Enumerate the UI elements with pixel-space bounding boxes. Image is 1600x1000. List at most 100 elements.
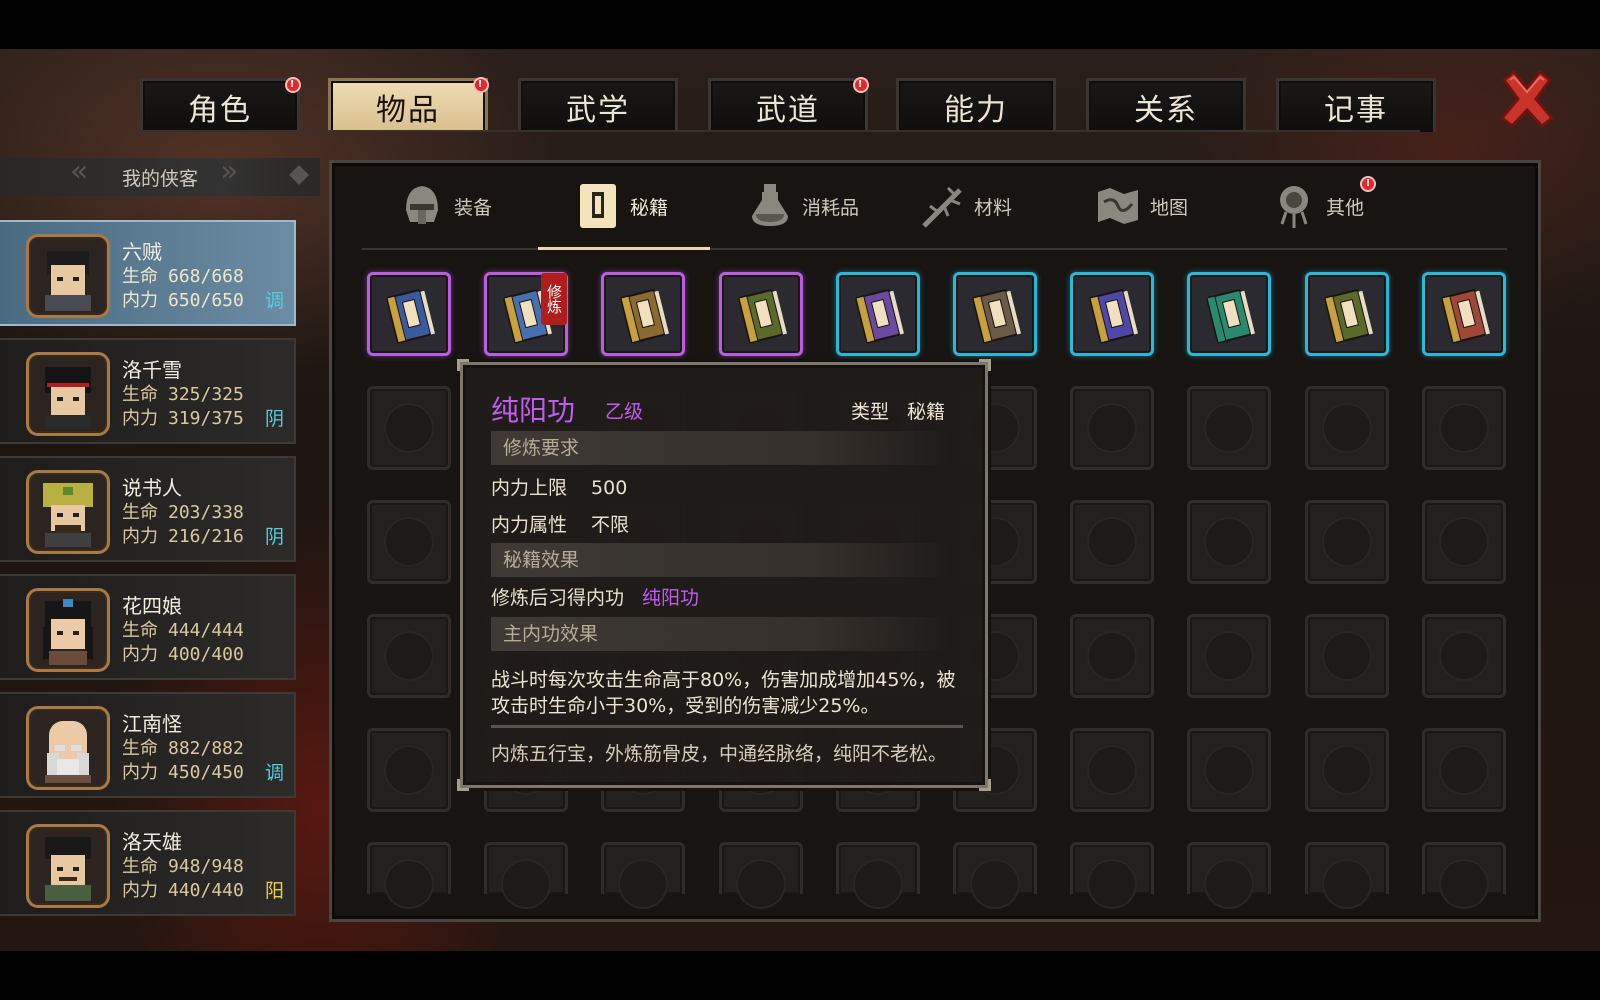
item-tooltip: 纯阳功 乙级 类型 秘籍 修炼要求 内力上限 500 内力属性 不限 秘籍效果 修炼后… xyxy=(457,359,991,791)
inventory-slot-manual[interactable]: 修炼 xyxy=(484,272,568,356)
inventory-slot-empty[interactable] xyxy=(367,500,451,584)
mp-value: 450/450 xyxy=(168,762,244,783)
tab-items[interactable]: 物品 ! xyxy=(328,77,489,132)
effect-value: 纯阳功 xyxy=(642,587,700,609)
hp-row: 生命 882/882 xyxy=(122,734,244,760)
inventory-slot-empty[interactable] xyxy=(1070,500,1154,584)
character-card[interactable]: 说书人 生命 203/338 内力 216/216 阴 xyxy=(0,456,296,562)
slot-placeholder xyxy=(384,403,434,453)
inventory-slot-empty[interactable] xyxy=(1070,842,1154,909)
hp-value: 203/338 xyxy=(168,502,244,523)
inventory-slot-manual[interactable] xyxy=(953,272,1037,356)
slot-placeholder xyxy=(1322,745,1372,795)
category-tab-consumables[interactable]: 消耗品 xyxy=(748,176,859,236)
hp-label: 生命 xyxy=(122,502,158,523)
character-card[interactable]: 江南怪 生命 882/882 内力 450/450 调 xyxy=(0,692,296,798)
tab-martial-arts[interactable]: 武学 xyxy=(518,78,678,132)
inventory-slot-empty[interactable] xyxy=(367,614,451,698)
mp-label: 内力 xyxy=(122,880,158,901)
category-tab-other[interactable]: 其他 ! xyxy=(1272,176,1377,236)
tab-martial-way[interactable]: 武道 ! xyxy=(708,77,869,132)
inventory-slot-empty[interactable] xyxy=(1187,728,1271,812)
tab-relations[interactable]: 关系 xyxy=(1086,78,1246,132)
map-icon xyxy=(1096,182,1140,230)
inventory-slot-empty[interactable] xyxy=(601,842,685,909)
inventory-slot-empty[interactable] xyxy=(1422,842,1506,909)
category-tab-equipment[interactable]: 装备 xyxy=(400,176,492,236)
active-category-indicator xyxy=(538,247,710,250)
mp-value: 440/440 xyxy=(168,880,244,901)
slot-placeholder xyxy=(853,859,903,909)
hp-label: 生命 xyxy=(122,266,158,287)
character-card[interactable]: 洛天雄 生命 948/948 内力 440/440 阳 xyxy=(0,810,296,916)
inventory-slot-manual[interactable] xyxy=(1422,272,1506,356)
inventory-slot-manual[interactable] xyxy=(719,272,803,356)
inventory-slot-empty[interactable] xyxy=(1305,386,1389,470)
inventory-slot-empty[interactable] xyxy=(1070,386,1154,470)
hp-label: 生命 xyxy=(122,384,158,405)
slot-placeholder xyxy=(384,517,434,567)
hp-row: 生命 325/325 xyxy=(122,380,244,406)
item-type: 类型 秘籍 xyxy=(851,397,945,424)
inventory-slot-empty[interactable] xyxy=(1422,386,1506,470)
close-icon xyxy=(1499,69,1555,129)
inventory-slot-empty[interactable] xyxy=(367,386,451,470)
hp-value: 882/882 xyxy=(168,738,244,759)
requirement-label: 内力属性 xyxy=(491,514,568,536)
inventory-slot-manual[interactable] xyxy=(601,272,685,356)
inventory-slot-manual[interactable] xyxy=(367,272,451,356)
category-tab-maps[interactable]: 地图 xyxy=(1096,176,1188,236)
slot-placeholder xyxy=(1322,403,1372,453)
inventory-slot-empty[interactable] xyxy=(1070,728,1154,812)
inventory-slot-manual[interactable] xyxy=(1070,272,1154,356)
slot-placeholder xyxy=(1087,517,1137,567)
category-label: 秘籍 xyxy=(630,196,669,219)
category-tab-materials[interactable]: 材料 xyxy=(920,176,1012,236)
tab-journal[interactable]: 记事 xyxy=(1276,78,1436,132)
inventory-slot-empty[interactable] xyxy=(1422,500,1506,584)
inventory-slot-empty[interactable] xyxy=(1422,728,1506,812)
character-card[interactable]: 花四娘 生命 444/444 内力 400/400 xyxy=(0,574,296,680)
tab-label: 武学 xyxy=(566,92,630,128)
inventory-slot-manual[interactable] xyxy=(1187,272,1271,356)
tab-divider xyxy=(140,130,1420,132)
type-value: 秘籍 xyxy=(906,401,945,423)
avatar xyxy=(26,352,110,436)
inventory-slot-empty[interactable] xyxy=(1305,614,1389,698)
inventory-slot-empty[interactable] xyxy=(836,842,920,909)
inventory-slot-empty[interactable] xyxy=(1070,614,1154,698)
inventory-slot-empty[interactable] xyxy=(1187,614,1271,698)
inventory-slot-empty[interactable] xyxy=(953,842,1037,909)
inventory-slot-empty[interactable] xyxy=(484,842,568,909)
tooltip-corner xyxy=(457,359,469,371)
inventory-slot-empty[interactable] xyxy=(367,842,451,909)
pendant-icon xyxy=(1272,182,1316,230)
chevron-left-icon: « xyxy=(70,154,89,189)
inventory-slot-empty[interactable] xyxy=(1187,500,1271,584)
herb-icon xyxy=(920,182,964,230)
category-tab-manuals[interactable]: 秘籍 xyxy=(576,176,668,236)
mp-value: 400/400 xyxy=(168,644,244,665)
slot-placeholder xyxy=(1322,517,1372,567)
inventory-slot-empty[interactable] xyxy=(1187,386,1271,470)
inventory-slot-empty[interactable] xyxy=(1422,614,1506,698)
close-button[interactable] xyxy=(1496,68,1558,130)
tab-character[interactable]: 角色 ! xyxy=(140,77,301,132)
requirement-value: 500 xyxy=(591,477,628,499)
diamond-icon xyxy=(289,165,309,185)
inventory-slot-manual[interactable] xyxy=(1305,272,1389,356)
tab-abilities[interactable]: 能力 xyxy=(896,78,1056,132)
inventory-slot-empty[interactable] xyxy=(1305,728,1389,812)
inventory-slot-manual[interactable] xyxy=(836,272,920,356)
inventory-slot-empty[interactable] xyxy=(719,842,803,909)
inventory-slot-empty[interactable] xyxy=(1187,842,1271,909)
sidebar-header: « 我的侠客 » xyxy=(0,154,320,196)
avatar xyxy=(26,824,110,908)
inventory-slot-empty[interactable] xyxy=(367,728,451,812)
character-card[interactable]: 洛千雪 生命 325/325 内力 319/375 阴 xyxy=(0,338,296,444)
character-card[interactable]: 六贼 生命 668/668 内力 650/650 调 xyxy=(0,220,296,326)
mp-row: 内力 650/650 xyxy=(122,286,244,312)
slot-placeholder xyxy=(618,859,668,909)
inventory-slot-empty[interactable] xyxy=(1305,842,1389,909)
inventory-slot-empty[interactable] xyxy=(1305,500,1389,584)
